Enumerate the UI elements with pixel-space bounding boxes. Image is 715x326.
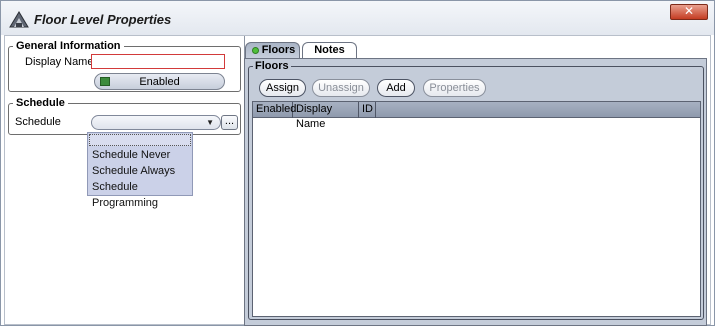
- floors-legend: Floors: [253, 60, 291, 72]
- close-icon[interactable]: ✕: [684, 4, 694, 18]
- floors-group: Floors Assign Unassign Add Properties En…: [248, 60, 704, 320]
- schedule-option-programming[interactable]: Schedule Programming: [88, 179, 192, 209]
- assign-button[interactable]: Assign: [259, 79, 306, 97]
- schedule-legend: Schedule: [13, 97, 68, 109]
- tab-floors[interactable]: Floors: [245, 42, 300, 58]
- title-bar: Floor Level Properties ✕: [1, 1, 714, 35]
- window-title: Floor Level Properties: [34, 12, 172, 27]
- column-header-display-name[interactable]: Display Name: [293, 102, 359, 130]
- floor-level-properties-window: Floor Level Properties ✕ General Informa…: [0, 0, 715, 326]
- close-button[interactable]: ✕: [670, 4, 708, 20]
- tab-notes-label: Notes: [314, 44, 345, 56]
- unassign-button[interactable]: Unassign: [312, 79, 370, 97]
- schedule-dropdown[interactable]: ▼: [91, 115, 221, 130]
- display-name-input[interactable]: [91, 54, 225, 69]
- display-name-label: Display Name:: [25, 56, 97, 68]
- floors-grid: Enabled Display Name ID: [252, 101, 701, 317]
- general-information-group: General Information Display Name: Enable…: [8, 40, 241, 92]
- schedule-group: Schedule Schedule ▼ ...: [8, 97, 241, 135]
- properties-button[interactable]: Properties: [423, 79, 486, 97]
- floors-grid-header: Enabled Display Name ID: [253, 102, 700, 130]
- column-header-id[interactable]: ID: [359, 102, 376, 118]
- floors-tab-panel: Floors Assign Unassign Add Properties En…: [244, 58, 707, 326]
- status-dot-icon: [252, 47, 259, 54]
- schedule-option-always[interactable]: Schedule Always: [88, 163, 192, 179]
- content-area: General Information Display Name: Enable…: [4, 35, 711, 326]
- schedule-ellipsis-button[interactable]: ...: [221, 115, 238, 130]
- general-information-legend: General Information: [13, 40, 124, 52]
- tab-notes[interactable]: Notes: [302, 42, 357, 58]
- chevron-down-icon[interactable]: ▼: [206, 118, 214, 127]
- column-header-enabled[interactable]: Enabled: [253, 102, 296, 118]
- schedule-option-empty[interactable]: [89, 134, 191, 146]
- schedule-dropdown-list: Schedule Never Schedule Always Schedule …: [87, 132, 193, 209]
- enabled-toggle-button[interactable]: Enabled: [94, 73, 225, 90]
- schedule-label: Schedule: [15, 116, 61, 128]
- add-button[interactable]: Add: [377, 79, 415, 97]
- floor-level-app-icon: [9, 11, 29, 28]
- schedule-option-never[interactable]: Schedule Never: [88, 147, 192, 163]
- enabled-label: Enabled: [139, 76, 180, 88]
